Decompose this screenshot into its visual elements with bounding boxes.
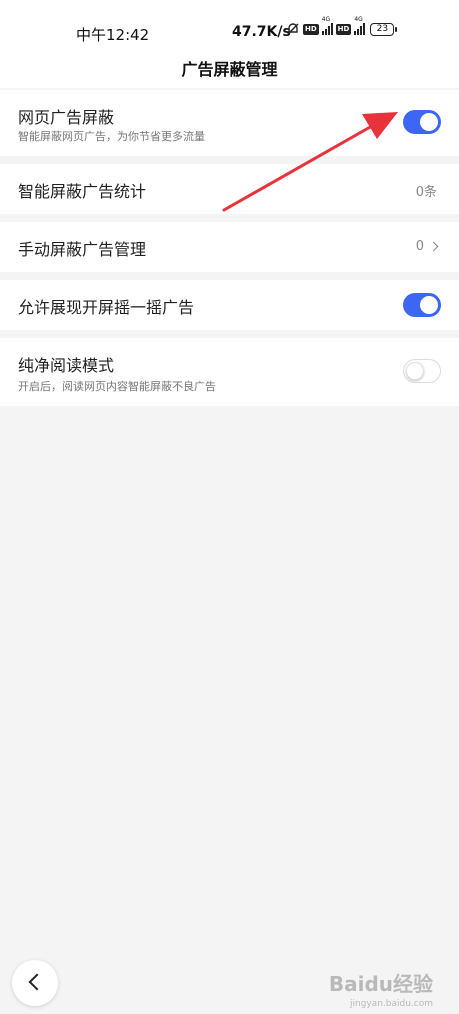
- toggle-knob: [420, 113, 438, 131]
- watermark-text: Baidu经验: [328, 972, 433, 996]
- signal-type-label: 4G: [321, 16, 331, 23]
- smart-stats-title: 智能屏蔽广告统计: [18, 182, 147, 201]
- battery-icon: 23: [370, 22, 398, 36]
- shake-ads-toggle[interactable]: [403, 293, 441, 317]
- toggle-knob: [420, 296, 438, 314]
- net-speed: 47.7K/s: [232, 24, 291, 40]
- status-icons: HD 4G HD 4G 23: [286, 16, 398, 36]
- signal-icon-2: 4G: [354, 16, 366, 35]
- watermark-sub: jingyan.baidu.com: [349, 999, 433, 1009]
- manual-block-value: 0: [415, 239, 439, 254]
- clean-read-toggle[interactable]: [403, 359, 441, 383]
- signal-type-label-2: 4G: [354, 16, 363, 23]
- chevron-left-icon: [28, 973, 46, 991]
- shake-ads-title: 允许展现开屏摇一摇广告: [18, 298, 195, 317]
- manual-block-title: 手动屏蔽广告管理: [18, 240, 147, 259]
- signal-icon: 4G: [321, 16, 333, 35]
- setting-shake-ads[interactable]: 允许展现开屏摇一摇广告: [0, 280, 459, 330]
- setting-web-ad-block[interactable]: 网页广告屏蔽 智能屏蔽网页广告，为你节省更多流量: [0, 90, 459, 156]
- hd-icon: HD: [303, 23, 319, 35]
- watermark: Baidu经验 jingyan.baidu.com: [329, 968, 433, 1009]
- top-area: 中午12:42 47.7K/s HD 4G HD 4G 23 广告屏蔽管理: [0, 0, 459, 88]
- web-ad-block-title: 网页广告屏蔽: [18, 108, 115, 127]
- chevron-right-icon: [428, 241, 439, 252]
- manual-block-count: 0: [415, 239, 424, 254]
- clean-read-subtitle: 开启后，阅读网页内容智能屏蔽不良广告: [18, 380, 216, 393]
- setting-smart-stats[interactable]: 智能屏蔽广告统计 0条: [0, 164, 459, 214]
- web-ad-block-subtitle: 智能屏蔽网页广告，为你节省更多流量: [18, 130, 205, 143]
- page-title: 广告屏蔽管理: [181, 60, 278, 79]
- setting-manual-block[interactable]: 手动屏蔽广告管理 0: [0, 222, 459, 272]
- hd-icon-2: HD: [335, 23, 352, 35]
- smart-stats-count: 0条: [415, 185, 437, 200]
- clean-read-title: 纯净阅读模式: [18, 356, 115, 375]
- web-ad-block-toggle[interactable]: [403, 110, 441, 134]
- toggle-knob: [406, 362, 424, 380]
- status-bar: 中午12:42 47.7K/s HD 4G HD 4G 23: [0, 0, 459, 56]
- smart-stats-value: 0条: [416, 181, 437, 200]
- status-time: 中午12:42: [76, 26, 150, 44]
- bell-off-icon: [287, 23, 299, 35]
- setting-clean-read[interactable]: 纯净阅读模式 开启后，阅读网页内容智能屏蔽不良广告: [0, 338, 459, 406]
- back-button[interactable]: [12, 960, 58, 1006]
